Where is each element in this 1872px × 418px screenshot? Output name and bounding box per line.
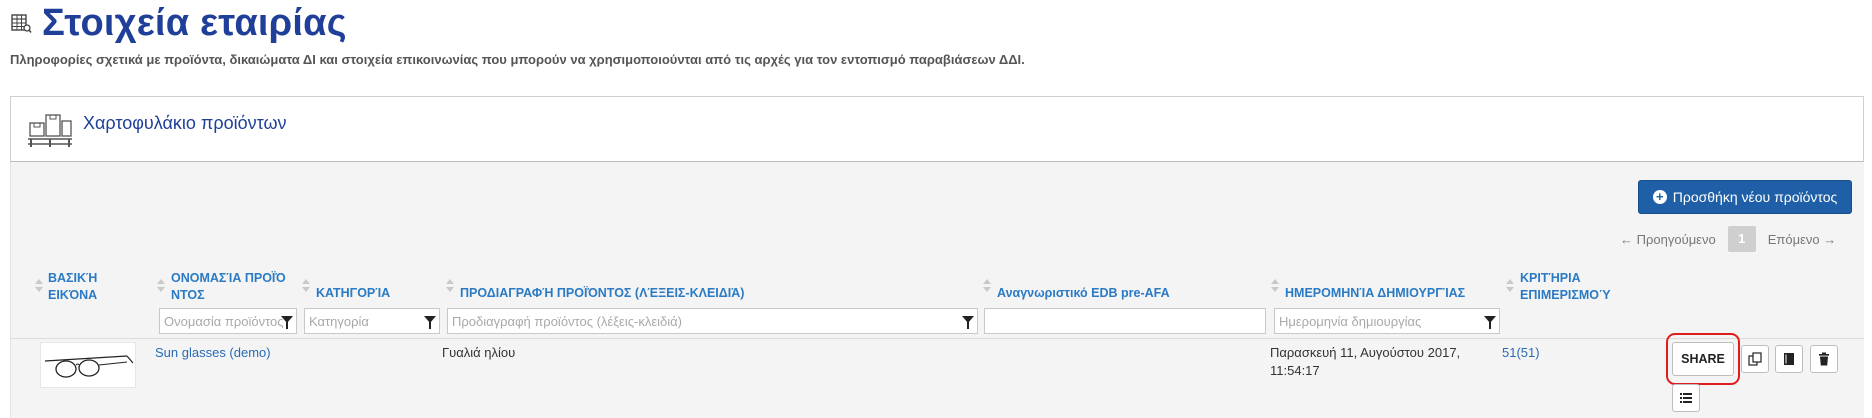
column-header-category[interactable]: ΚΑΤΗΓΟΡΊΑ: [316, 285, 390, 302]
add-product-button[interactable]: + Προσθήκη νέου προϊόντος: [1638, 180, 1852, 214]
filter-edb-id-input[interactable]: [984, 308, 1266, 334]
pagination-previous[interactable]: ← Προηγούμενο: [1620, 232, 1716, 247]
plus-circle-icon: +: [1652, 190, 1667, 204]
distribution-criteria-link[interactable]: 51(51): [1502, 344, 1540, 362]
filter-icon[interactable]: [962, 316, 974, 329]
filter-category-input[interactable]: Κατηγορία: [304, 308, 440, 334]
filter-icon[interactable]: [281, 316, 293, 329]
page-title: Στοιχεία εταιρίας: [42, 1, 347, 44]
sort-icon[interactable]: [35, 278, 43, 294]
delete-button[interactable]: [1810, 345, 1838, 373]
sort-icon[interactable]: [302, 278, 310, 294]
product-spec: Γυαλιά ηλίου: [442, 345, 516, 360]
portfolio-title: Χαρτοφυλάκιο προϊόντων: [83, 113, 287, 133]
trash-icon: [1819, 352, 1829, 366]
sort-icon[interactable]: [1271, 278, 1279, 294]
pallet-boxes-icon: [28, 114, 72, 147]
list-button[interactable]: [1672, 384, 1700, 412]
copy-icon: [1748, 352, 1762, 366]
details-button[interactable]: [1775, 345, 1803, 373]
column-header-main-image[interactable]: ΒΑΣΙΚΉ ΕΙΚΌΝΑ: [48, 270, 97, 304]
sort-icon[interactable]: [446, 278, 454, 294]
share-button[interactable]: SHARE: [1672, 342, 1734, 376]
filter-product-spec-input[interactable]: Προδιαγραφή προϊόντος (λέξεις-κλειδιά): [447, 308, 978, 334]
pagination: ← Προηγούμενο 1 Επόμενο →: [1620, 226, 1836, 252]
filter-icon[interactable]: [1484, 316, 1496, 329]
table-icon: [11, 14, 32, 33]
sort-icon[interactable]: [1506, 278, 1514, 294]
column-header-product-spec[interactable]: ΠΡΟΔΙΑΓΡΑΦΉ ΠΡΟΪΌΝΤΟΣ (ΛΈΞΕΙΣ-ΚΛΕΙΔΙΆ): [460, 285, 744, 302]
column-header-product-name[interactable]: ΟΝΟΜΑΣΊΑ ΠΡΟΪΌ ΝΤΟΣ: [171, 270, 286, 304]
sort-icon[interactable]: [157, 278, 165, 294]
list-icon: [1680, 393, 1692, 403]
filter-product-name-input[interactable]: Ονομασία προϊόντος: [159, 308, 297, 334]
add-product-label: Προσθήκη νέου προϊόντος: [1672, 189, 1838, 205]
column-header-edb-id[interactable]: Αναγνωριστικό EDB pre-AFA: [997, 285, 1170, 302]
pagination-current-page[interactable]: 1: [1727, 226, 1756, 252]
page-header: Στοιχεία εταιρίας Πληροφορίες σχετικά με…: [10, 1, 1860, 68]
duplicate-button[interactable]: [1741, 345, 1769, 373]
pagination-next[interactable]: Επόμενο →: [1768, 232, 1837, 247]
sort-icon[interactable]: [983, 278, 991, 294]
filter-creation-date-input[interactable]: Ημερομηνία δημιουργίας: [1274, 308, 1500, 334]
portfolio-section-header: Χαρτοφυλάκιο προϊόντων: [10, 96, 1864, 162]
page-subtitle: Πληροφορίες σχετικά με προϊόντα, δικαιώμ…: [10, 52, 1025, 67]
filter-icon[interactable]: [424, 316, 436, 329]
table-row-divider: [10, 338, 1864, 339]
creation-date: Παρασκευή 11, Αυγούστου 2017, 11:54:17: [1270, 345, 1461, 378]
book-icon: [1784, 353, 1794, 365]
product-name-link[interactable]: Sun glasses (demo): [155, 344, 271, 362]
column-header-creation-date[interactable]: ΗΜΕΡΟΜΗΝΊΑ ΔΗΜΙΟΥΡΓΊΑΣ: [1285, 285, 1465, 302]
column-header-distribution-criteria[interactable]: ΚΡΙΤΉΡΙΑ ΕΠΙΜΕΡΙΣΜΟΎ: [1520, 270, 1611, 304]
sunglasses-image: [44, 355, 134, 378]
product-thumbnail[interactable]: [40, 342, 136, 388]
